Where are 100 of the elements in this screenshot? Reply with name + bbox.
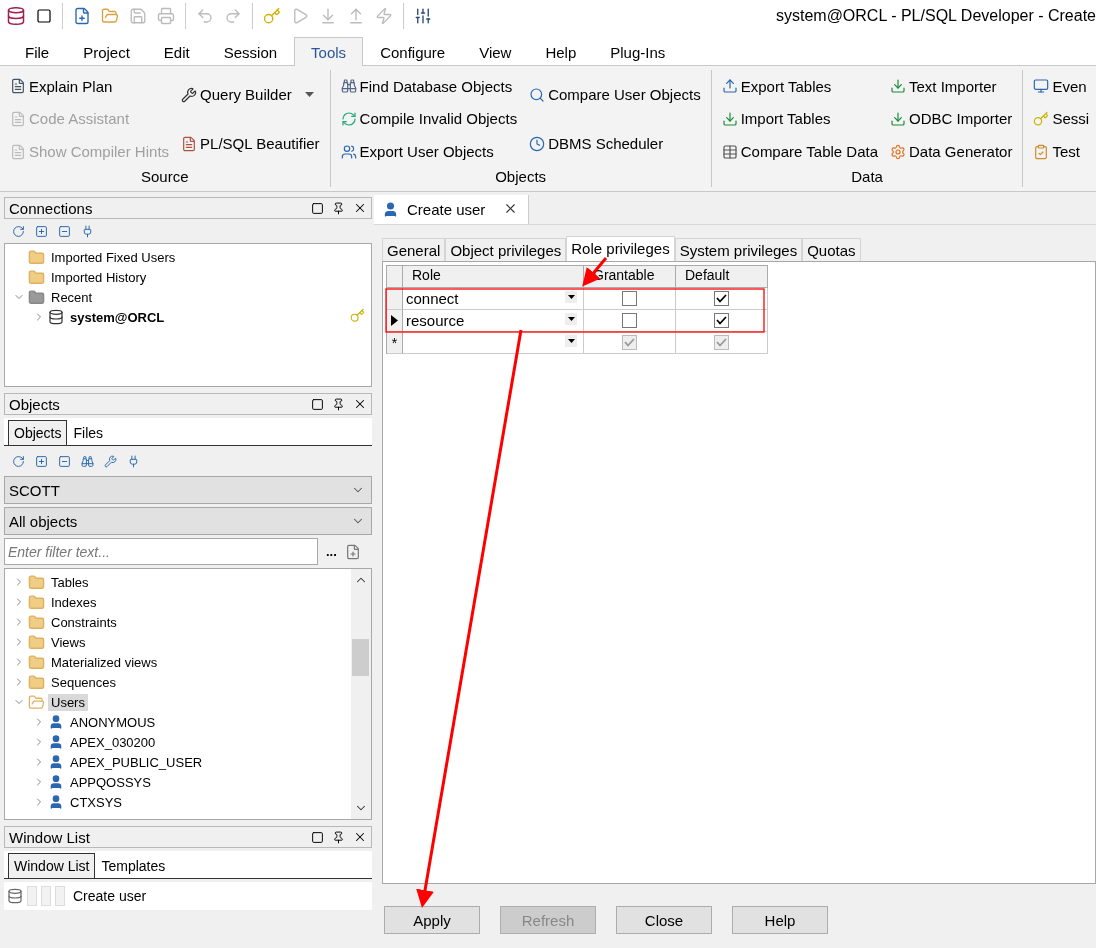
ribbon-item[interactable]: Query Builder [179, 82, 322, 107]
ribbon-item[interactable]: Text Importer [888, 73, 1015, 99]
more-button[interactable]: ... [326, 544, 337, 559]
row-header[interactable] [387, 310, 403, 332]
tree-item[interactable]: Indexes [48, 593, 100, 611]
dropdown-icon[interactable] [565, 291, 577, 303]
ribbon-item[interactable]: Compare User Objects [527, 82, 703, 107]
filter-field[interactable]: Enter filter text... [4, 538, 318, 565]
ribbon-item[interactable]: Compile Invalid Objects [338, 106, 520, 132]
subtab[interactable]: General [382, 238, 446, 261]
document-tab[interactable]: Create user [374, 195, 530, 224]
database-icon [7, 888, 23, 904]
subtab[interactable]: Object privileges [445, 238, 567, 261]
panel-title: Connections [9, 199, 94, 217]
folder-icon [28, 593, 45, 611]
tree-item[interactable]: APEX_PUBLIC_USER [67, 753, 206, 771]
user-icon [48, 774, 64, 790]
panel-title: Window List [9, 828, 91, 846]
square-icon [36, 8, 52, 24]
pin-icon [332, 397, 345, 411]
ribbon-item[interactable]: PL/SQL Beautifier [179, 131, 322, 156]
tree-item[interactable]: APEX_030200 [67, 733, 159, 751]
checkbox[interactable] [622, 291, 637, 306]
row-header[interactable]: * [387, 332, 403, 354]
panel-tab[interactable]: Window List [8, 853, 96, 878]
pin-icon [332, 830, 345, 844]
dropdown-icon[interactable] [565, 313, 577, 325]
menu-tab[interactable]: File [8, 37, 67, 66]
ribbon-item[interactable]: Explain Plan [8, 73, 172, 99]
collapse-icon [58, 454, 71, 468]
dropdown-icon[interactable] [565, 335, 577, 347]
tree-item[interactable]: Users [48, 693, 88, 711]
scrollbar-thumb[interactable] [352, 639, 369, 676]
binoculars-icon [340, 78, 357, 95]
tree-item[interactable]: Recent [48, 288, 96, 306]
ribbon-item[interactable]: Export User Objects [338, 139, 520, 165]
ribbon-item[interactable]: Data Generator [888, 139, 1015, 165]
tree-item[interactable]: Tables [48, 573, 92, 591]
wrench-icon [104, 454, 117, 468]
menu-tab[interactable]: Help [528, 37, 594, 66]
column-header[interactable]: Role [403, 266, 584, 288]
checkbox[interactable] [622, 335, 637, 350]
tree-item[interactable]: ANONYMOUS [67, 713, 159, 731]
tree-item[interactable]: system@ORCL [67, 308, 168, 326]
caret-icon[interactable] [304, 92, 314, 97]
owner-dropdown[interactable]: SCOTT [4, 476, 372, 504]
subtab[interactable]: Quotas [802, 238, 861, 261]
checkbox[interactable] [714, 335, 729, 350]
upload-icon [721, 78, 738, 95]
pin-icon [332, 201, 345, 215]
dialog-button[interactable]: Apply [384, 906, 480, 934]
tree-item[interactable]: Sequences [48, 673, 120, 691]
binoculars-icon [81, 454, 94, 468]
tree-item[interactable]: CTXSYS [67, 793, 125, 811]
ribbon-item[interactable]: DBMS Scheduler [527, 131, 703, 156]
tree-item[interactable]: Views [48, 633, 89, 651]
menu-tab[interactable]: Edit [146, 37, 207, 66]
tree-item[interactable]: Imported History [48, 268, 150, 286]
refresh-icon [12, 454, 25, 468]
ribbon-item[interactable]: Test [1031, 139, 1092, 165]
object-type-dropdown[interactable]: All objects [4, 507, 372, 535]
subtab[interactable]: Role privileges [566, 236, 675, 262]
menu-tab[interactable]: Plug-Ins [593, 37, 683, 66]
tree-item[interactable]: APPQOSSYS [67, 773, 154, 791]
menu-tab[interactable]: Configure [363, 37, 463, 66]
user-icon [382, 201, 399, 218]
ribbon-item[interactable]: Find Database Objects [338, 73, 520, 99]
menu-tab[interactable]: View [462, 37, 529, 66]
subtab[interactable]: System privileges [674, 238, 803, 261]
refresh-icon [340, 111, 357, 127]
column-header[interactable]: Default [676, 266, 768, 288]
dialog-button[interactable]: Help [732, 906, 828, 934]
dialog-button[interactable]: Close [616, 906, 712, 934]
tree-item[interactable]: Imported Fixed Users [48, 248, 179, 266]
menu-tab[interactable]: Project [66, 37, 147, 66]
tree-item[interactable]: Materialized views [48, 653, 161, 671]
clock-icon [529, 135, 546, 152]
download-icon [721, 111, 738, 127]
checkbox[interactable] [714, 313, 729, 328]
menu-tab[interactable]: Session [206, 37, 295, 66]
ribbon-item[interactable]: Even [1031, 73, 1092, 99]
status-slot [55, 886, 65, 906]
monitor-icon [1033, 78, 1050, 95]
checkbox[interactable] [622, 313, 637, 328]
ribbon-item[interactable]: Sessi [1031, 106, 1092, 132]
ribbon-item[interactable]: ODBC Importer [888, 106, 1015, 132]
tree-item[interactable]: Constraints [48, 613, 120, 631]
checkbox[interactable] [714, 291, 729, 306]
ribbon-item[interactable]: Export Tables [719, 73, 880, 99]
window-list-item[interactable]: Create user [73, 888, 147, 904]
ribbon-item[interactable]: Compare Table Data [719, 139, 880, 165]
key-icon [263, 7, 281, 25]
ribbon-item[interactable]: Import Tables [719, 106, 880, 132]
user-icon [48, 714, 64, 730]
menu-tab[interactable]: Tools [294, 37, 364, 66]
panel-tab[interactable]: Objects [8, 420, 68, 445]
key-icon [1033, 111, 1050, 127]
download-icon [890, 78, 906, 95]
restore-icon [311, 830, 324, 844]
ribbon-group-label: Objects [494, 168, 548, 187]
